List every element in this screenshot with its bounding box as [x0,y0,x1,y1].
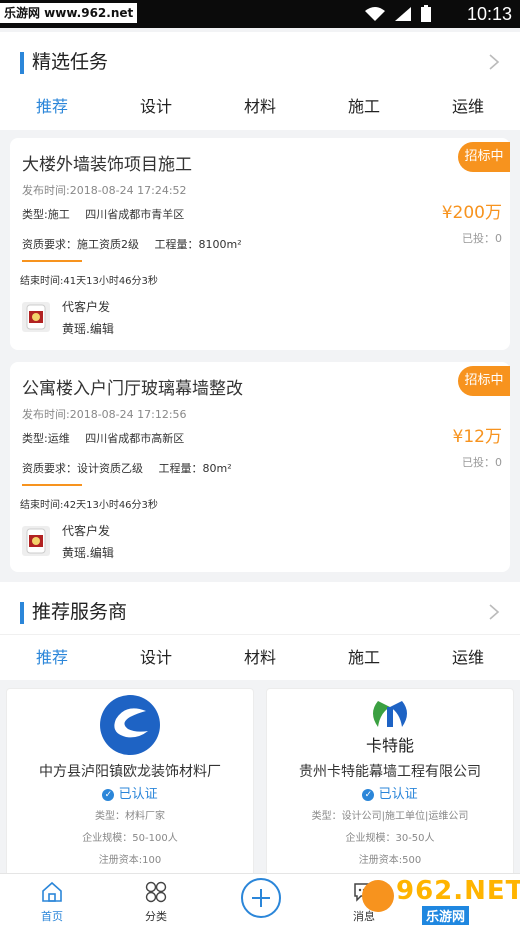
tab-material[interactable]: 材料 [208,635,312,680]
battery-icon [421,5,431,22]
certified-label: 已认证 [378,787,418,802]
chevron-right-icon[interactable] [488,603,500,621]
watermark-label: 乐游网 www.962.net [0,3,138,23]
certified-label: 已认证 [118,787,158,802]
end-time: 结束时间:42天13小时46分3秒 [20,500,158,511]
tab-recommend[interactable]: 推荐 [0,635,104,680]
check-icon: ✓ [102,788,115,801]
tab-design[interactable]: 设计 [104,635,208,680]
bid-count: 已投：0 [462,232,502,245]
tab-construction[interactable]: 施工 [312,635,416,680]
tab-design[interactable]: 设计 [104,84,208,130]
task-type-line: 类型:运维 四川省成都市高新区 [22,430,196,446]
provider-name: 中方县泸阳镇欧龙装饰材料厂 [39,764,221,780]
publish-time: 发布时间:2018-08-24 17:24:52 [22,184,187,197]
task-card[interactable]: 大楼外墙装饰项目施工 招标中 发布时间:2018-08-24 17:24:52 … [10,138,510,350]
watermark-small-text: 乐游网 [422,906,470,925]
certified-badge: ✓ 已认证 [267,783,513,802]
tab-construction[interactable]: 施工 [312,84,416,130]
watermark-big-text: 962.NET [396,876,520,906]
nav-home[interactable]: 首页 [12,874,92,925]
tasks-section-title: 精选任务 [32,51,109,73]
providers-section-header[interactable]: 推荐服务商 [0,582,520,642]
logo-text: 卡特能 [366,736,414,755]
watermark-logo-icon [362,880,394,912]
task-type: 类型:施工 [22,208,70,221]
task-type: 类型:运维 [22,432,70,445]
wifi-icon [365,7,385,21]
clock: 10:13 [466,4,512,24]
provider-scale: 企业规模：30-50人 [345,833,435,844]
task-price: ¥200万 [441,203,502,223]
progress-indicator [22,484,82,486]
task-title: 公寓楼入户门厅玻璃幕墙整改 [22,379,243,399]
task-title: 大楼外墙装饰项目施工 [22,155,192,175]
nav-home-label: 首页 [41,910,63,923]
task-card[interactable]: 公寓楼入户门厅玻璃幕墙整改 招标中 发布时间:2018-08-24 17:12:… [10,362,510,572]
signal-icon [395,7,411,21]
add-button[interactable] [241,878,281,918]
nav-category[interactable]: 分类 [116,874,196,925]
chevron-right-icon[interactable] [488,53,500,71]
task-qualification: 资质要求：施工资质2级 [22,238,139,251]
task-price: ¥12万 [452,427,502,447]
category-icon [145,881,167,903]
task-location: 四川省成都市青羊区 [85,208,185,221]
provider-scale: 企业规模：50-100人 [82,833,178,844]
poster-label: 代客户发 [62,524,111,538]
home-icon [42,881,62,902]
check-icon: ✓ [362,788,375,801]
task-quantity: 工程量：80m² [158,462,232,475]
task-location: 四川省成都市高新区 [85,432,185,445]
avatar [22,302,50,332]
end-time: 结束时间:41天13小时46分3秒 [20,276,158,287]
task-qualification: 资质要求：设计资质乙级 [22,462,143,475]
section-accent-bar [20,602,24,624]
tab-material[interactable]: 材料 [208,84,312,130]
provider-name: 贵州卡特能幕墙工程有限公司 [299,764,481,780]
certified-badge: ✓ 已认证 [7,783,253,802]
status-icons [364,5,432,23]
bid-count: 已投：0 [462,456,502,469]
status-badge: 招标中 [458,142,510,172]
watermark-962: 962.NET 乐游网 [362,876,520,925]
task-requirements: 资质要求：施工资质2级 工程量：8100m² [22,236,254,252]
tasks-tabs: 推荐 设计 材料 施工 运维 [0,84,520,130]
company-logo [100,695,160,755]
progress-indicator [22,260,82,262]
provider-card[interactable]: 卡特能 贵州卡特能幕墙工程有限公司 ✓ 已认证 类型：设计公司|施工单位|运维公… [266,688,514,888]
provider-capital: 注册资本:100 [98,855,162,866]
company-logo: 卡特能 [366,701,414,755]
provider-type: 类型：材料厂家 [95,811,165,822]
task-type-line: 类型:施工 四川省成都市青羊区 [22,206,196,222]
tab-maintenance[interactable]: 运维 [416,635,520,680]
section-accent-bar [20,52,24,74]
providers-section-title: 推荐服务商 [32,601,128,623]
provider-card[interactable]: 中方县泸阳镇欧龙装饰材料厂 ✓ 已认证 类型：材料厂家 企业规模：50-100人… [6,688,254,888]
providers-tabs: 推荐 设计 材料 施工 运维 [0,634,520,680]
poster-name: 黄瑶.编辑 [62,546,114,560]
publish-time: 发布时间:2018-08-24 17:12:56 [22,408,187,421]
provider-capital: 注册资本:500 [358,855,422,866]
task-requirements: 资质要求：设计资质乙级 工程量：80m² [22,460,244,476]
poster-label: 代客户发 [62,300,111,314]
status-bar: 乐游网 www.962.net 10:13 [0,0,520,28]
tab-maintenance[interactable]: 运维 [416,84,520,130]
tasks-section-header[interactable]: 精选任务 [0,32,520,92]
provider-type: 类型：设计公司|施工单位|运维公司 [311,811,469,822]
task-quantity: 工程量：8100m² [154,238,242,251]
avatar [22,526,50,556]
poster-name: 黄瑶.编辑 [62,322,114,336]
nav-category-label: 分类 [145,910,167,923]
status-badge: 招标中 [458,366,510,396]
tab-recommend[interactable]: 推荐 [0,84,104,130]
